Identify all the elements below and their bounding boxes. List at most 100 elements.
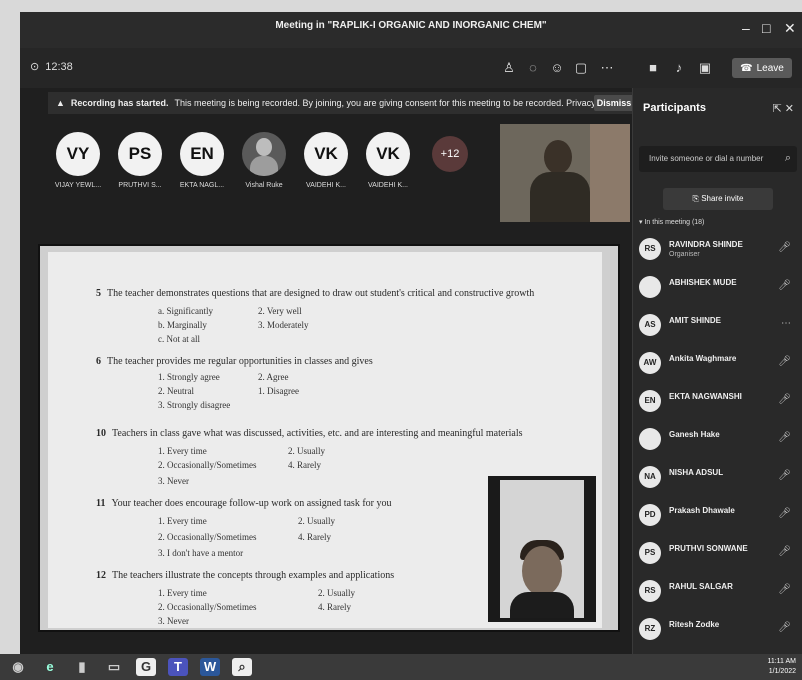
google-icon[interactable]: G xyxy=(136,658,156,676)
participant-item[interactable]: EN EKTA NAGWANSHI 🎤︎ xyxy=(639,386,799,420)
banner-text: This meeting is being recorded. By joini… xyxy=(174,98,622,108)
participant-item[interactable]: RZ Ritesh Zodke 🎤︎ xyxy=(639,614,799,648)
maximize-button[interactable]: □ xyxy=(762,20,770,36)
question-12: 12 The teachers illustrate the concepts t… xyxy=(96,570,395,581)
participant-gallery: VY VIJAY YEWL... PS PRUTHVI S... EN EKTA… xyxy=(50,132,500,222)
dismiss-button[interactable]: Dismiss xyxy=(594,95,634,111)
option: 2. Usually xyxy=(298,516,335,526)
recording-banner: ▲ Recording has started. This meeting is… xyxy=(48,92,638,114)
mic-off-icon: 🎤︎ xyxy=(778,394,791,405)
search-placeholder: Invite someone or dial a number xyxy=(649,154,764,163)
option: 1. Disagree xyxy=(258,386,299,396)
warning-icon: ▲ xyxy=(56,98,65,108)
teams-window: Meeting in "RAPLIK-I ORGANIC AND INORGAN… xyxy=(20,12,802,654)
mic-off-icon: 🎤︎ xyxy=(778,242,791,253)
explorer-icon[interactable]: ▮ xyxy=(72,658,92,676)
mic-icon[interactable]: ♪ xyxy=(670,59,688,77)
option: 1. Every time xyxy=(158,588,207,598)
option: 1. Strongly agree xyxy=(158,372,220,382)
mic-off-icon: 🎤︎ xyxy=(778,356,791,367)
question-6: 6 The teacher provides me regular opportu… xyxy=(96,356,373,367)
presenter-video[interactable] xyxy=(488,476,596,622)
participant-name: Prakash Dhawale xyxy=(669,506,735,515)
photo-frame: Meeting in "RAPLIK-I ORGANIC AND INORGAN… xyxy=(0,0,802,680)
avatar: RZ xyxy=(639,618,661,640)
in-meeting-section[interactable]: ▾ In this meeting (18) xyxy=(639,218,704,226)
leave-button[interactable]: ☎ Leave xyxy=(732,58,792,78)
shared-document: 5 The teacher demonstrates questions that… xyxy=(48,252,602,628)
option: 2. Occasionally/Sometimes xyxy=(158,460,257,470)
participant-name: EKTA NAGWANSHI xyxy=(669,392,742,401)
leave-label: Leave xyxy=(756,62,784,74)
participant-role: Organiser xyxy=(669,251,700,258)
rooms-icon[interactable]: ▢ xyxy=(572,59,590,77)
avatar xyxy=(639,276,661,298)
participant-tile[interactable]: VY VIJAY YEWL... xyxy=(50,132,106,189)
system-clock[interactable]: 11:11 AM 1/1/2022 xyxy=(767,657,796,677)
option: 1. Every time xyxy=(158,446,207,456)
record-icon: ⊙ xyxy=(30,61,40,73)
teams-icon[interactable]: T xyxy=(168,658,188,676)
close-icon[interactable]: ✕ xyxy=(785,103,794,115)
participant-item[interactable]: Ganesh Hake 🎤︎ xyxy=(639,424,799,458)
windows-taskbar: ◉ e ▮ ▭ G T W ⌕ 11:11 AM 1/1/2022 xyxy=(0,654,802,680)
search-icon[interactable]: ⌕ xyxy=(232,658,252,676)
mic-off-icon: 🎤︎ xyxy=(778,432,791,443)
avatar: PD xyxy=(639,504,661,526)
camera-icon[interactable]: ■ xyxy=(644,59,662,77)
chevron-down-icon: ▾ xyxy=(639,219,643,226)
chrome-icon[interactable]: ◉ xyxy=(8,658,28,676)
panel-title: Participants xyxy=(643,102,706,114)
participant-item[interactable]: PS PRUTHVI SONWANE 🎤︎ xyxy=(639,538,799,572)
participant-name: VIJAY YEWL... xyxy=(54,182,102,189)
reactions-icon[interactable]: ☺ xyxy=(548,59,566,77)
clock-date: 1/1/2022 xyxy=(768,668,796,675)
participant-name: EKTA NAGL... xyxy=(179,182,225,189)
option: 3. Never xyxy=(158,476,189,486)
participant-item[interactable]: RS RAVINDRA SHINDE Organiser 🎤︎ xyxy=(639,234,799,268)
banner-title: Recording has started. xyxy=(70,98,169,108)
panel-controls[interactable]: ⇱ ✕ xyxy=(773,102,795,115)
participant-tile[interactable]: PS PRUTHVI S... xyxy=(112,132,168,189)
avatar: RS xyxy=(639,580,661,602)
participant-item[interactable]: AW Ankita Waghmare 🎤︎ xyxy=(639,348,799,382)
title-bar: Meeting in "RAPLIK-I ORGANIC AND INORGAN… xyxy=(20,12,802,48)
option: 2. Usually xyxy=(288,446,325,456)
more-options-icon[interactable]: ⋯ xyxy=(781,318,791,329)
share-screen-icon[interactable]: ▣ xyxy=(696,59,714,77)
participant-name: NISHA ADSUL xyxy=(669,468,724,477)
participant-item[interactable]: PD Prakash Dhawale 🎤︎ xyxy=(639,500,799,534)
popout-icon[interactable]: ⇱ xyxy=(773,103,782,115)
participant-name: Vishal Ruke xyxy=(245,182,283,189)
camera-video-tile[interactable] xyxy=(500,124,630,222)
word-icon[interactable]: W xyxy=(200,658,220,676)
participant-tile[interactable]: VK VAIDEHI K... xyxy=(360,132,416,189)
chat-icon[interactable]: ◌ xyxy=(524,59,542,77)
participant-item[interactable]: RS RAHUL SALGAR 🎤︎ xyxy=(639,576,799,610)
participant-tile[interactable]: EN EKTA NAGL... xyxy=(174,132,230,189)
avatar: AW xyxy=(639,352,661,374)
question-10: 10 Teachers in class gave what was discus… xyxy=(96,428,523,439)
share-invite-button[interactable]: ⎘ Share invite xyxy=(663,188,773,210)
option: 4. Rarely xyxy=(298,532,331,542)
files-icon[interactable]: ▭ xyxy=(104,658,124,676)
participant-tile[interactable]: VK VAIDEHI K... xyxy=(298,132,354,189)
more-participants-button[interactable]: +12 xyxy=(422,132,478,172)
overflow-count: +12 xyxy=(432,136,468,172)
participant-item[interactable]: ABHISHEK MUDE 🎤︎ xyxy=(639,272,799,306)
question-11: 11 Your teacher does encourage follow-up … xyxy=(96,498,392,509)
option: 2. Neutral xyxy=(158,386,194,396)
participant-item[interactable]: AS AMIT SHINDE ⋯ xyxy=(639,310,799,344)
edge-icon[interactable]: e xyxy=(40,658,60,676)
participant-tile[interactable]: Vishal Ruke xyxy=(236,132,292,189)
close-window-button[interactable]: ✕ xyxy=(784,20,796,37)
people-icon[interactable]: ♙ xyxy=(500,59,518,77)
option: 2. Occasionally/Sometimes xyxy=(158,602,257,612)
more-actions-icon[interactable]: ⋯ xyxy=(598,59,616,77)
option: 2. Usually xyxy=(318,588,355,598)
participant-item[interactable]: NA NISHA ADSUL 🎤︎ xyxy=(639,462,799,496)
option: 2. Agree xyxy=(258,372,289,382)
mic-off-icon: 🎤︎ xyxy=(778,280,791,291)
invite-search-input[interactable]: Invite someone or dial a number ⌕ xyxy=(639,146,797,172)
minimize-button[interactable]: – xyxy=(742,20,750,36)
